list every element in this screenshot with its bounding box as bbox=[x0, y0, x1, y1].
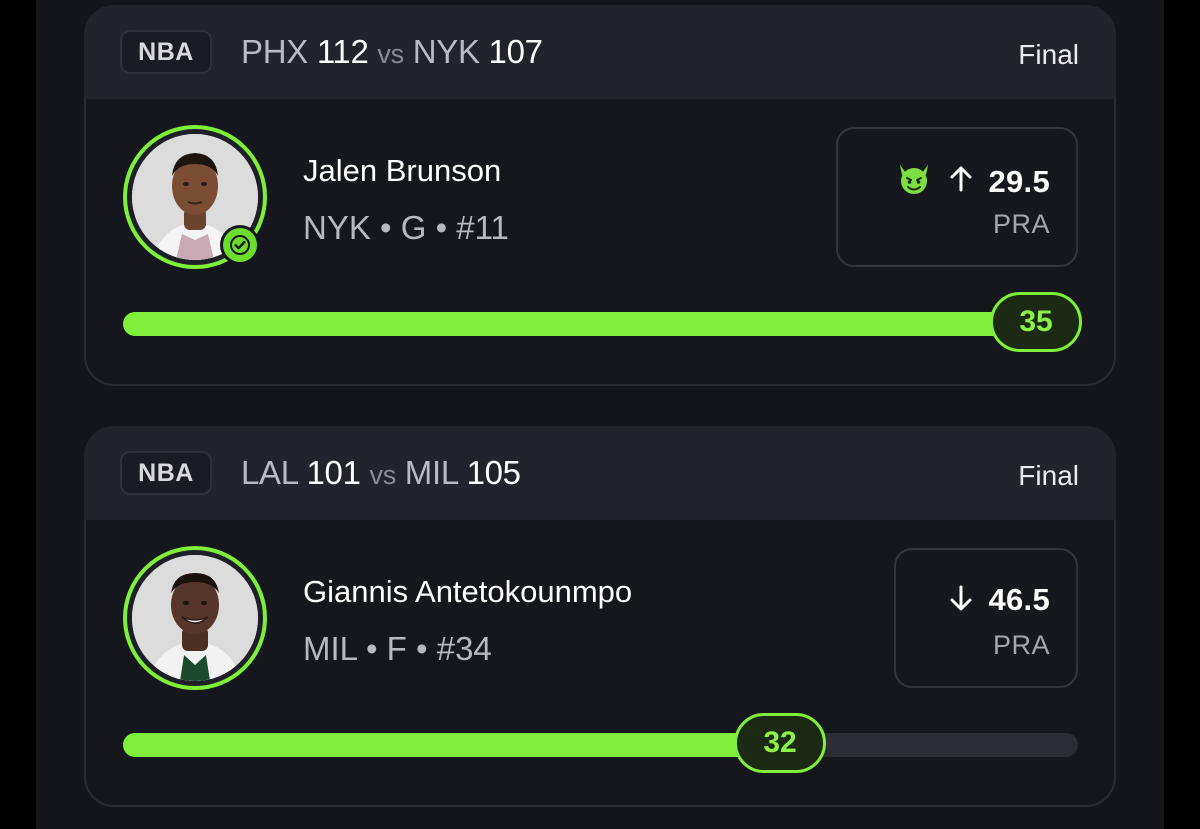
progress-bar: 32 bbox=[123, 713, 1078, 773]
progress-bar: 35 bbox=[123, 292, 1082, 352]
hit-check-badge bbox=[220, 225, 260, 265]
matchup-score: PHX 112 vs NYK 107 bbox=[241, 33, 543, 71]
projection-box[interactable]: 46.5 PRA bbox=[894, 548, 1078, 688]
player-meta: MIL • F • #34 bbox=[303, 630, 492, 667]
league-badge: NBA bbox=[120, 451, 212, 495]
player-photo bbox=[132, 555, 258, 681]
pick-body: Jalen Brunson NYK • G • #11 29.5 PRA 35 bbox=[84, 99, 1116, 386]
stat-type: PRA bbox=[992, 630, 1050, 660]
home-team: MIL bbox=[404, 454, 458, 491]
player-name: Giannis Antetokounmpo bbox=[303, 574, 633, 609]
line-value: 46.5 bbox=[988, 582, 1050, 617]
vs-label: vs bbox=[369, 460, 397, 490]
away-score: 101 bbox=[306, 454, 361, 491]
home-score: 107 bbox=[488, 33, 543, 70]
away-team: PHX bbox=[241, 33, 308, 70]
pick-body: Giannis Antetokounmpo MIL • F • #34 46.5… bbox=[84, 520, 1116, 807]
matchup-score: LAL 101 vs MIL 105 bbox=[241, 454, 521, 492]
away-score: 112 bbox=[316, 33, 369, 70]
pick-card[interactable]: NBA PHX 112 vs NYK 107 Final Jalen Bruns… bbox=[84, 5, 1116, 386]
stat-type: PRA bbox=[992, 209, 1050, 239]
player-avatar[interactable] bbox=[123, 546, 267, 690]
away-team: LAL bbox=[241, 454, 298, 491]
arrow-up-icon bbox=[946, 164, 976, 199]
game-header: NBA LAL 101 vs MIL 105 Final bbox=[84, 426, 1116, 520]
player-name: Jalen Brunson bbox=[303, 153, 502, 188]
line-value: 29.5 bbox=[988, 163, 1050, 199]
pick-card[interactable]: NBA LAL 101 vs MIL 105 Final Giannis Ant… bbox=[84, 426, 1116, 807]
arrow-down-icon bbox=[946, 583, 976, 618]
game-status: Final bbox=[1018, 39, 1079, 70]
check-icon bbox=[223, 228, 257, 262]
projection-box[interactable]: 29.5 PRA bbox=[836, 127, 1078, 267]
home-score: 105 bbox=[466, 454, 521, 491]
player-meta: NYK • G • #11 bbox=[303, 209, 509, 246]
game-header: NBA PHX 112 vs NYK 107 Final bbox=[84, 5, 1116, 99]
home-team: NYK bbox=[412, 33, 480, 70]
result-bubble: 35 bbox=[990, 292, 1082, 352]
vs-label: vs bbox=[377, 39, 404, 69]
progress-fill bbox=[123, 733, 780, 757]
game-status: Final bbox=[1018, 460, 1079, 491]
devil-emoji-icon bbox=[894, 161, 934, 202]
league-badge: NBA bbox=[120, 30, 212, 74]
progress-fill bbox=[123, 312, 1078, 336]
result-bubble: 32 bbox=[734, 713, 827, 773]
